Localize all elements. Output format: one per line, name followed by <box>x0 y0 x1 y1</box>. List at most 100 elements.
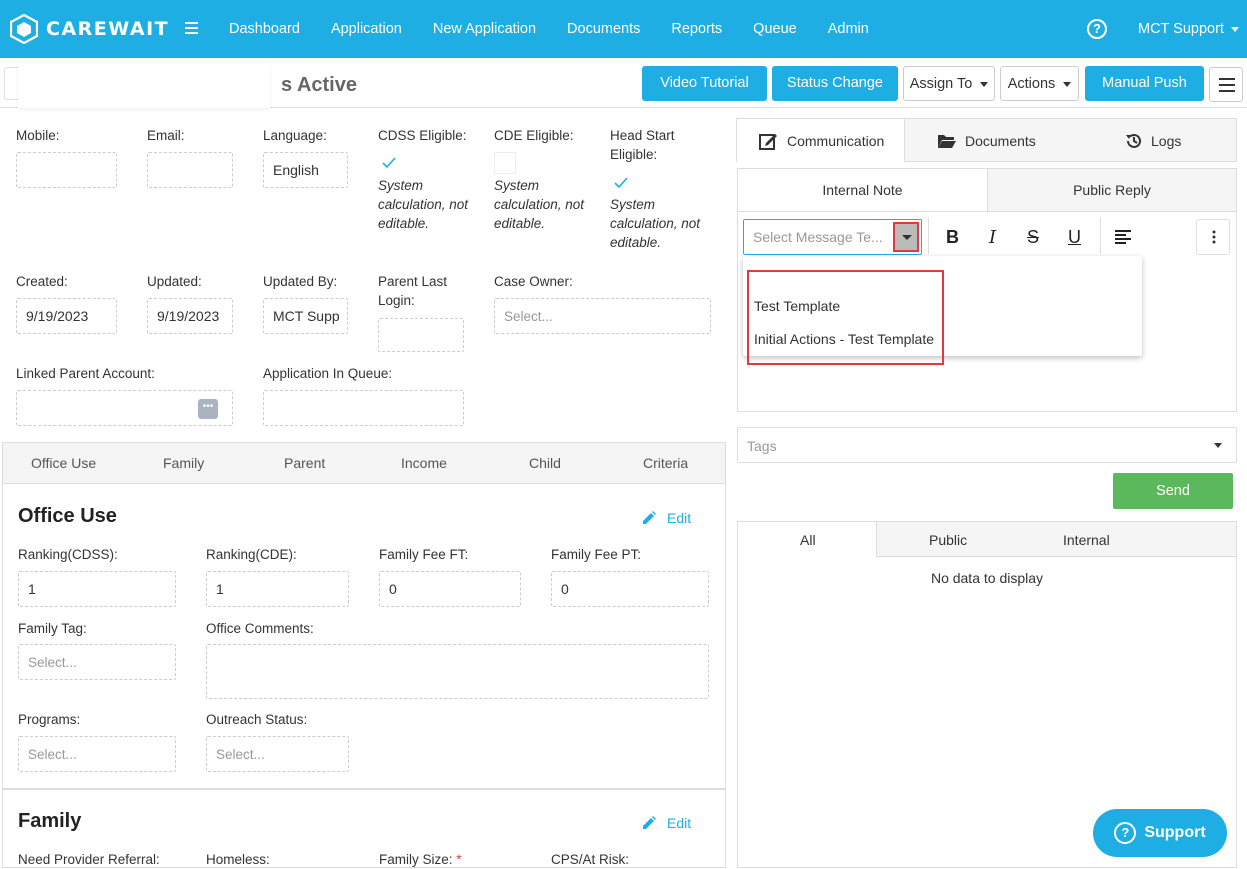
nav-dashboard[interactable]: Dashboard <box>229 21 300 37</box>
ranking-cdss-field[interactable]: 1 <box>18 571 176 607</box>
parent-last-login-field[interactable] <box>378 318 464 352</box>
assign-to-dropdown[interactable]: Assign To <box>903 66 995 101</box>
menu-bar <box>1219 90 1235 92</box>
support-button[interactable]: ? Support <box>1093 809 1227 857</box>
case-owner-placeholder: Select... <box>504 308 553 324</box>
filter-all[interactable]: All <box>800 532 816 548</box>
application-in-queue-field[interactable] <box>263 390 464 426</box>
tab-documents[interactable]: Documents <box>937 119 1036 162</box>
family-tag-select[interactable]: Select... <box>18 644 176 680</box>
history-icon <box>1126 133 1141 148</box>
family-fee-ft-label: Family Fee FT: <box>379 547 469 562</box>
programs-placeholder: Select... <box>28 746 77 762</box>
actions-dropdown[interactable]: Actions <box>1000 66 1079 101</box>
tags-placeholder: Tags <box>747 438 777 454</box>
align-left-icon[interactable] <box>1115 230 1131 244</box>
tab-child[interactable]: Child <box>529 455 561 471</box>
family-edit-link[interactable]: Edit <box>641 815 691 831</box>
toolbar-divider <box>928 218 929 254</box>
logo-text: CAREWAIT <box>46 18 170 40</box>
updated-by-label: Updated By: <box>263 274 338 289</box>
pencil-icon <box>643 511 656 524</box>
hamburger-icon[interactable] <box>184 20 200 36</box>
updated-by-field[interactable]: MCT Supp <box>263 298 348 334</box>
actions-label: Actions <box>1007 76 1056 92</box>
tab-criteria[interactable]: Criteria <box>643 455 688 471</box>
need-provider-referral-label: Need Provider Referral: <box>18 852 160 867</box>
video-tutorial-button[interactable]: Video Tutorial <box>642 66 767 101</box>
right-panel-tabs: Communication Documents Logs <box>736 118 1237 162</box>
nav-new-application[interactable]: New Application <box>433 21 536 37</box>
title-overlay <box>18 62 270 108</box>
family-size-label: Family Size: * <box>379 850 462 869</box>
pencil-icon <box>643 816 656 829</box>
mobile-field[interactable] <box>16 152 117 188</box>
more-options-button[interactable] <box>1196 219 1230 255</box>
tab-income[interactable]: Income <box>401 455 447 471</box>
outreach-placeholder: Select... <box>216 746 265 762</box>
action-bar: s Active Video Tutorial Status Change As… <box>0 58 1247 108</box>
filter-public[interactable]: Public <box>929 532 967 548</box>
office-use-edit-link[interactable]: Edit <box>641 510 691 526</box>
template-placeholder: Select Message Te... <box>753 229 883 245</box>
office-use-title: Office Use <box>18 505 117 527</box>
italic-icon[interactable]: I <box>989 227 996 248</box>
tab-communication-label: Communication <box>787 132 885 149</box>
tab-logs-label: Logs <box>1151 132 1182 149</box>
tab-parent[interactable]: Parent <box>284 455 325 471</box>
linked-parent-field[interactable]: ••• <box>16 390 233 426</box>
toolbar-divider <box>1100 218 1101 254</box>
filter-internal[interactable]: Internal <box>1063 532 1110 548</box>
ranking-cde-field[interactable]: 1 <box>206 571 349 607</box>
nav-documents[interactable]: Documents <box>567 21 640 37</box>
note-type-tabs: Internal Note Public Reply <box>737 168 1237 212</box>
logo-icon <box>10 14 38 44</box>
caret-down-icon <box>1063 81 1072 87</box>
nav-queue[interactable]: Queue <box>753 21 797 37</box>
tab-family[interactable]: Family <box>163 455 204 471</box>
top-navbar: CAREWAIT Dashboard Application New Appli… <box>0 0 1247 58</box>
outreach-status-label: Outreach Status: <box>206 712 308 727</box>
updated-field[interactable]: 9/19/2023 <box>147 298 233 334</box>
programs-label: Programs: <box>18 712 81 727</box>
case-owner-label: Case Owner: <box>494 274 573 289</box>
nav-admin[interactable]: Admin <box>828 21 869 37</box>
strikethrough-icon[interactable]: S <box>1027 227 1039 248</box>
more-menu-button[interactable] <box>1209 67 1243 102</box>
ellipsis-icon[interactable]: ••• <box>198 399 218 419</box>
user-name: MCT Support <box>1138 21 1224 37</box>
support-label: Support <box>1144 824 1206 841</box>
send-button[interactable]: Send <box>1113 473 1233 509</box>
question-icon: ? <box>1114 822 1137 844</box>
tags-select[interactable]: Tags <box>737 427 1237 463</box>
tab-logs[interactable]: Logs <box>1125 119 1181 162</box>
email-field[interactable] <box>147 152 233 188</box>
mobile-label: Mobile: <box>16 128 60 143</box>
underline-icon[interactable]: U <box>1068 227 1081 248</box>
outreach-status-select[interactable]: Select... <box>206 736 349 772</box>
tab-office-use[interactable]: Office Use <box>31 455 96 471</box>
nav-reports[interactable]: Reports <box>671 21 722 37</box>
created-field[interactable]: 9/19/2023 <box>16 298 117 334</box>
nav-application[interactable]: Application <box>331 21 402 37</box>
tab-public-reply[interactable]: Public Reply <box>987 168 1237 212</box>
message-filter-tabs: All Public Internal <box>737 521 1237 557</box>
menu-bar <box>1219 78 1235 80</box>
language-field[interactable]: English <box>263 152 348 188</box>
carewait-logo[interactable]: CAREWAIT <box>10 14 169 44</box>
manual-push-button[interactable]: Manual Push <box>1085 66 1204 101</box>
family-fee-ft-field[interactable]: 0 <box>379 571 521 607</box>
bold-icon[interactable]: B <box>946 227 959 248</box>
ranking-cdss-label: Ranking(CDSS): <box>18 547 118 562</box>
edit-label: Edit <box>667 510 692 526</box>
programs-select[interactable]: Select... <box>18 736 176 772</box>
tab-communication[interactable]: Communication <box>737 119 905 162</box>
help-icon[interactable]: ? <box>1087 19 1107 39</box>
tab-internal-note[interactable]: Internal Note <box>737 168 988 212</box>
user-menu[interactable]: MCT Support <box>1138 21 1239 37</box>
status-change-button[interactable]: Status Change <box>772 66 898 101</box>
template-dropdown-toggle[interactable] <box>893 222 919 252</box>
family-fee-pt-field[interactable]: 0 <box>551 571 709 607</box>
case-owner-select[interactable]: Select... <box>494 298 711 334</box>
office-comments-textarea[interactable] <box>206 644 709 699</box>
